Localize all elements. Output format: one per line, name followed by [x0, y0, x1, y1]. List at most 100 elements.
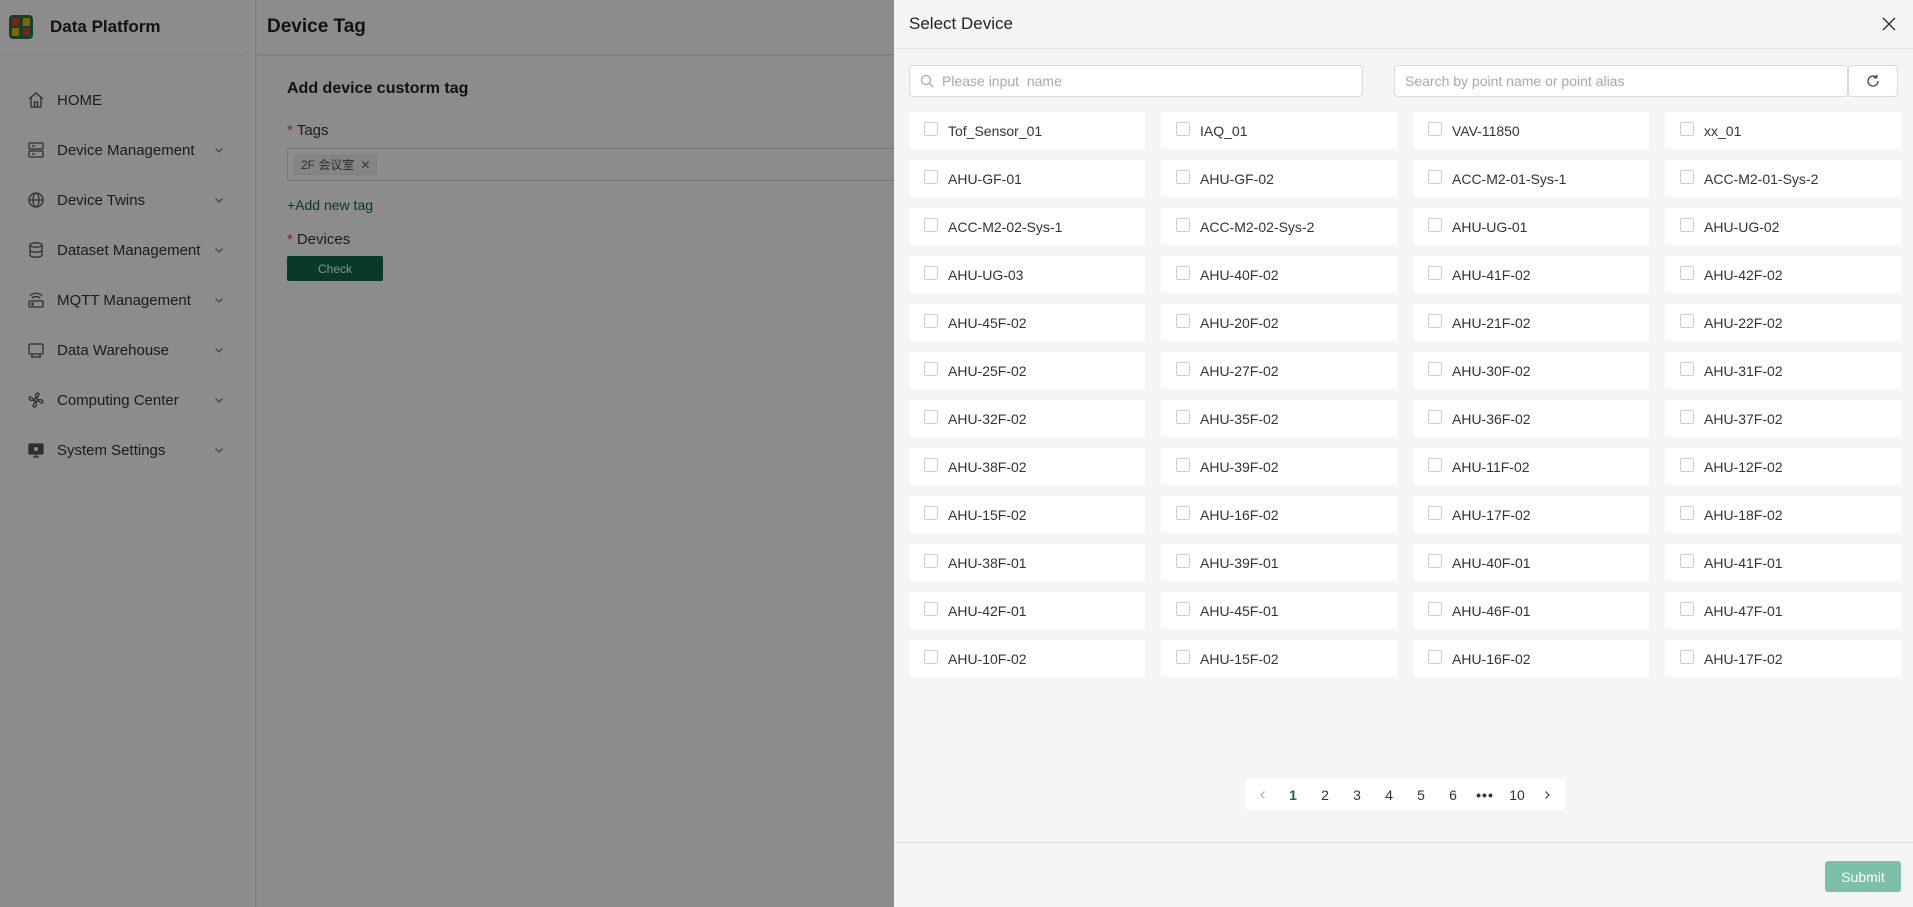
device-option[interactable]: AHU-39F-01 — [1161, 544, 1397, 581]
device-option[interactable]: AHU-39F-02 — [1161, 448, 1397, 485]
device-checkbox[interactable] — [1680, 410, 1694, 424]
device-option[interactable]: ACC-M2-02-Sys-1 — [909, 208, 1145, 245]
close-button[interactable] — [1880, 15, 1898, 33]
device-option[interactable]: AHU-36F-02 — [1413, 400, 1649, 437]
device-checkbox[interactable] — [1428, 554, 1442, 568]
device-option[interactable]: AHU-38F-01 — [909, 544, 1145, 581]
device-checkbox[interactable] — [1680, 218, 1694, 232]
device-checkbox[interactable] — [924, 506, 938, 520]
device-checkbox[interactable] — [1428, 602, 1442, 616]
device-checkbox[interactable] — [924, 218, 938, 232]
device-option[interactable]: AHU-42F-02 — [1665, 256, 1901, 293]
device-checkbox[interactable] — [1428, 170, 1442, 184]
device-option[interactable]: AHU-25F-02 — [909, 352, 1145, 389]
device-option[interactable]: AHU-11F-02 — [1413, 448, 1649, 485]
device-checkbox[interactable] — [924, 458, 938, 472]
device-checkbox[interactable] — [924, 602, 938, 616]
device-checkbox[interactable] — [1176, 602, 1190, 616]
device-option[interactable]: AHU-GF-02 — [1161, 160, 1397, 197]
point-search-input[interactable] — [1405, 73, 1847, 89]
device-option[interactable]: AHU-35F-02 — [1161, 400, 1397, 437]
device-option[interactable]: AHU-45F-01 — [1161, 592, 1397, 629]
device-checkbox[interactable] — [1176, 266, 1190, 280]
device-checkbox[interactable] — [924, 650, 938, 664]
page-button[interactable]: 1 — [1277, 779, 1309, 810]
device-checkbox[interactable] — [1428, 122, 1442, 136]
device-option[interactable]: AHU-38F-02 — [909, 448, 1145, 485]
device-option[interactable]: AHU-21F-02 — [1413, 304, 1649, 341]
device-option[interactable]: AHU-41F-02 — [1413, 256, 1649, 293]
device-checkbox[interactable] — [1176, 554, 1190, 568]
device-checkbox[interactable] — [1176, 362, 1190, 376]
device-option[interactable]: AHU-40F-01 — [1413, 544, 1649, 581]
refresh-button[interactable] — [1848, 65, 1898, 97]
device-option[interactable]: AHU-37F-02 — [1665, 400, 1901, 437]
device-option[interactable]: AHU-42F-01 — [909, 592, 1145, 629]
device-checkbox[interactable] — [1176, 218, 1190, 232]
name-search-input[interactable] — [942, 73, 1362, 89]
device-checkbox[interactable] — [924, 314, 938, 328]
device-option[interactable]: AHU-31F-02 — [1665, 352, 1901, 389]
device-option[interactable]: AHU-17F-02 — [1665, 640, 1901, 677]
prev-page-button[interactable] — [1249, 779, 1277, 810]
point-search-field[interactable] — [1394, 65, 1848, 97]
device-checkbox[interactable] — [1428, 218, 1442, 232]
device-option[interactable]: AHU-20F-02 — [1161, 304, 1397, 341]
device-option[interactable]: AHU-17F-02 — [1413, 496, 1649, 533]
device-option[interactable]: AHU-UG-01 — [1413, 208, 1649, 245]
device-option[interactable]: AHU-16F-02 — [1161, 496, 1397, 533]
device-option[interactable]: AHU-47F-01 — [1665, 592, 1901, 629]
device-checkbox[interactable] — [1428, 506, 1442, 520]
device-checkbox[interactable] — [1680, 602, 1694, 616]
page-button[interactable]: 10 — [1501, 779, 1533, 810]
device-option[interactable]: AHU-15F-02 — [1161, 640, 1397, 677]
page-button[interactable]: 4 — [1373, 779, 1405, 810]
device-option[interactable]: ACC-M2-01-Sys-2 — [1665, 160, 1901, 197]
device-checkbox[interactable] — [1176, 314, 1190, 328]
device-option[interactable]: xx_01 — [1665, 112, 1901, 149]
device-option[interactable]: AHU-30F-02 — [1413, 352, 1649, 389]
device-checkbox[interactable] — [924, 122, 938, 136]
page-button[interactable]: 6 — [1437, 779, 1469, 810]
device-option[interactable]: AHU-GF-01 — [909, 160, 1145, 197]
device-option[interactable]: AHU-45F-02 — [909, 304, 1145, 341]
device-checkbox[interactable] — [1680, 650, 1694, 664]
device-option[interactable]: AHU-UG-02 — [1665, 208, 1901, 245]
device-checkbox[interactable] — [1428, 650, 1442, 664]
page-button[interactable]: 5 — [1405, 779, 1437, 810]
page-ellipsis[interactable]: ••• — [1469, 779, 1501, 810]
device-checkbox[interactable] — [1680, 314, 1694, 328]
device-checkbox[interactable] — [924, 362, 938, 376]
device-option[interactable]: AHU-40F-02 — [1161, 256, 1397, 293]
device-checkbox[interactable] — [1176, 122, 1190, 136]
device-checkbox[interactable] — [1176, 170, 1190, 184]
device-option[interactable]: ACC-M2-02-Sys-2 — [1161, 208, 1397, 245]
device-checkbox[interactable] — [1680, 362, 1694, 376]
submit-button[interactable]: Submit — [1825, 861, 1901, 892]
device-option[interactable]: AHU-15F-02 — [909, 496, 1145, 533]
device-option[interactable]: AHU-32F-02 — [909, 400, 1145, 437]
device-option[interactable]: ACC-M2-01-Sys-1 — [1413, 160, 1649, 197]
device-checkbox[interactable] — [1428, 410, 1442, 424]
name-search-field[interactable] — [909, 65, 1363, 97]
device-checkbox[interactable] — [1176, 410, 1190, 424]
device-option[interactable]: VAV-11850 — [1413, 112, 1649, 149]
next-page-button[interactable] — [1533, 779, 1561, 810]
device-checkbox[interactable] — [924, 266, 938, 280]
device-checkbox[interactable] — [1176, 650, 1190, 664]
device-checkbox[interactable] — [1680, 458, 1694, 472]
device-checkbox[interactable] — [1176, 458, 1190, 472]
device-checkbox[interactable] — [1428, 266, 1442, 280]
device-checkbox[interactable] — [1680, 506, 1694, 520]
device-option[interactable]: AHU-10F-02 — [909, 640, 1145, 677]
device-option[interactable]: AHU-16F-02 — [1413, 640, 1649, 677]
device-checkbox[interactable] — [1680, 266, 1694, 280]
device-checkbox[interactable] — [924, 170, 938, 184]
device-checkbox[interactable] — [1176, 506, 1190, 520]
device-checkbox[interactable] — [1428, 362, 1442, 376]
device-checkbox[interactable] — [1680, 554, 1694, 568]
page-button[interactable]: 3 — [1341, 779, 1373, 810]
device-option[interactable]: AHU-22F-02 — [1665, 304, 1901, 341]
device-option[interactable]: AHU-27F-02 — [1161, 352, 1397, 389]
device-option[interactable]: AHU-41F-01 — [1665, 544, 1901, 581]
